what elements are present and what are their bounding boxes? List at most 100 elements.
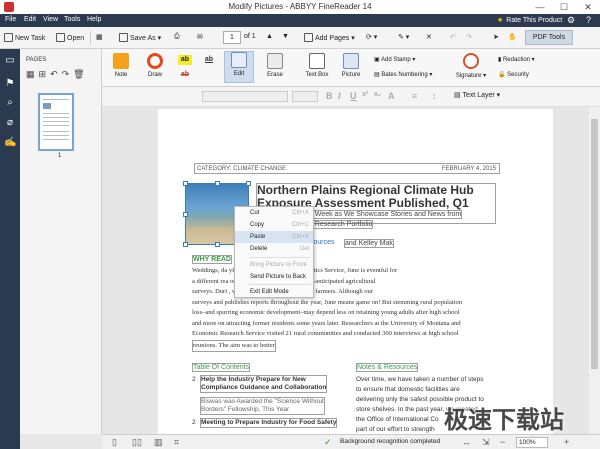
menu-edit[interactable]: Edit [24, 16, 36, 23]
signature-panel-icon[interactable]: ✍ [4, 137, 16, 149]
menu-send-to-back[interactable]: Send Picture to Back [235, 271, 313, 283]
text-box-button[interactable]: Text Box [302, 53, 332, 78]
text-layer-button[interactable]: ▤ Text Layer ▾ [454, 91, 500, 99]
redo-icon[interactable]: ↷ [466, 33, 472, 41]
two-page-view-icon[interactable]: ▯▯ [132, 437, 142, 448]
font-size-select[interactable] [292, 91, 318, 102]
align-icon[interactable]: ≡ [412, 91, 417, 101]
save-as-button[interactable]: Save As ▾ [119, 33, 161, 42]
toc-heading[interactable]: Table Of Contents [192, 363, 251, 372]
close-button[interactable]: ✕ [576, 0, 600, 14]
resize-handle[interactable] [215, 242, 220, 247]
subtitle-line-2[interactable]: d Research Portfolio [308, 220, 374, 229]
resize-handle[interactable] [215, 181, 220, 186]
vertical-scrollbar[interactable] [589, 107, 600, 434]
pages-icon[interactable]: ▭ [4, 55, 16, 67]
subtitle-line-1[interactable]: h Week as We Showcase Stories and News f… [308, 210, 463, 219]
maximize-button[interactable]: ☐ [552, 0, 576, 14]
fit-page-icon[interactable]: ⇲ [482, 437, 490, 448]
author-text[interactable]: and Kelley Mak [344, 239, 394, 248]
strikethrough-button[interactable]: ab [178, 70, 192, 80]
why-read-heading[interactable]: WHY READ [192, 255, 232, 264]
magic-icon[interactable]: ✎ ▾ [398, 33, 409, 41]
scan-icon[interactable]: ▦ [96, 33, 103, 41]
open-button[interactable]: Open [56, 33, 84, 42]
subscript-icon[interactable]: x₂ [374, 91, 381, 98]
italic-icon[interactable]: I [338, 91, 341, 101]
new-task-button[interactable]: New Task [4, 33, 45, 42]
bookmark-icon[interactable]: ⚑ [4, 78, 16, 90]
menu-copy[interactable]: Copy Ctrl+C [235, 219, 313, 231]
grid-icon[interactable]: ▦ [26, 69, 39, 79]
select-icon[interactable]: ➤ [493, 33, 499, 41]
rate-product-button[interactable]: ★ Rate This Product [497, 16, 562, 24]
trash-icon[interactable]: 🗑 [73, 69, 88, 79]
print-icon[interactable]: ⎙ [174, 33, 180, 41]
zoom-select[interactable]: 100% [516, 437, 548, 448]
menu-exit-edit-mode[interactable]: Exit Edit Mode [235, 286, 313, 298]
font-color-icon[interactable]: A [388, 91, 395, 101]
delete-page-icon[interactable]: ✕ [426, 33, 432, 41]
pdf-tools-button[interactable]: PDF Tools [525, 30, 573, 45]
menu-delete[interactable]: Delete Del [235, 243, 313, 255]
fit-view-icon[interactable]: ⌗ [174, 437, 179, 448]
rotate-left-icon[interactable]: ↶ [50, 69, 62, 79]
mail-icon[interactable]: ✉ [197, 33, 203, 41]
undo-icon[interactable]: ↶ [450, 33, 456, 41]
resize-handle[interactable] [183, 242, 188, 247]
gear-icon[interactable]: ⚙ [567, 15, 575, 26]
note-button[interactable]: Note [106, 53, 136, 78]
menu-bring-to-front[interactable]: Bring Picture to Front [235, 259, 313, 271]
security-button[interactable]: 🔒 Security [498, 71, 529, 78]
font-name-select[interactable] [202, 91, 288, 102]
document-view[interactable]: CATEGORY: CLIMATE CHANGE FEBRUARY 4, 201… [102, 107, 600, 434]
page-thumbnail[interactable] [38, 93, 74, 151]
minimize-button[interactable]: — [528, 0, 552, 14]
underline-icon[interactable]: U [350, 91, 357, 101]
document-page[interactable]: CATEGORY: CLIMATE CHANGE FEBRUARY 4, 201… [158, 109, 553, 434]
toc-note[interactable]: Biswas was Awarded the "Science Without B… [200, 397, 325, 415]
notes-heading[interactable]: Notes & Resources [356, 363, 419, 372]
menu-tools[interactable]: Tools [64, 16, 80, 23]
add-pages-button[interactable]: Add Pages ▾ [304, 33, 355, 42]
underline-button[interactable]: ab [202, 55, 216, 65]
page-down-icon[interactable]: ▼ [282, 33, 289, 40]
page-up-icon[interactable]: ▲ [266, 33, 273, 40]
menu-cut[interactable]: Cut Ctrl+X [235, 207, 313, 219]
redaction-button[interactable]: ▮ Redaction ▾ [498, 56, 535, 63]
bold-icon[interactable]: B [326, 91, 333, 101]
add-icon[interactable]: ⊞ [39, 69, 51, 79]
zoom-out-icon[interactable]: − [500, 437, 505, 447]
line-spacing-icon[interactable]: ↕ [432, 91, 437, 101]
fit-width-icon[interactable]: ↔ [462, 437, 471, 447]
superscript-icon[interactable]: x² [362, 91, 368, 98]
search-icon[interactable]: ⌕ [4, 97, 16, 109]
resize-handle[interactable] [183, 181, 188, 186]
bates-numbering-button[interactable]: ▤ Bates Numbering ▾ [374, 71, 432, 78]
hand-icon[interactable]: ✋ [508, 33, 517, 41]
attachment-icon[interactable]: ⌀ [4, 117, 16, 129]
page-number-input[interactable]: 1 [223, 31, 241, 44]
draw-button[interactable]: Draw [140, 53, 170, 78]
toc-item-1[interactable]: Help the Industry Prepare for New Complia… [200, 375, 328, 393]
scrollbar-thumb[interactable] [591, 119, 598, 369]
edit-button[interactable]: Edit [224, 51, 254, 83]
highlight-button[interactable]: ab [178, 55, 192, 65]
category-line[interactable]: CATEGORY: CLIMATE CHANGE FEBRUARY 4, 201… [194, 163, 500, 174]
resize-handle[interactable] [246, 181, 251, 186]
picture-button[interactable]: Picture [336, 53, 366, 78]
resize-handle[interactable] [183, 212, 188, 217]
toc-item-2[interactable]: Meeting to Prepare Industry for Food Saf… [200, 418, 338, 428]
rotate-right-icon[interactable]: ↷ [62, 69, 74, 79]
menu-help[interactable]: Help [87, 16, 101, 23]
erase-button[interactable]: Erase [260, 53, 290, 78]
help-icon[interactable]: ? [586, 15, 591, 25]
menu-file[interactable]: File [5, 16, 16, 23]
book-view-icon[interactable]: ▥ [154, 437, 163, 448]
single-page-view-icon[interactable]: ▯ [112, 437, 117, 448]
rotate-icon[interactable]: ⟳ ▾ [366, 33, 377, 41]
signature-button[interactable]: Signature ▾ [454, 53, 488, 79]
menu-paste[interactable]: Paste Ctrl+V [235, 231, 313, 243]
menu-view[interactable]: View [43, 16, 58, 23]
zoom-in-icon[interactable]: + [564, 437, 569, 447]
